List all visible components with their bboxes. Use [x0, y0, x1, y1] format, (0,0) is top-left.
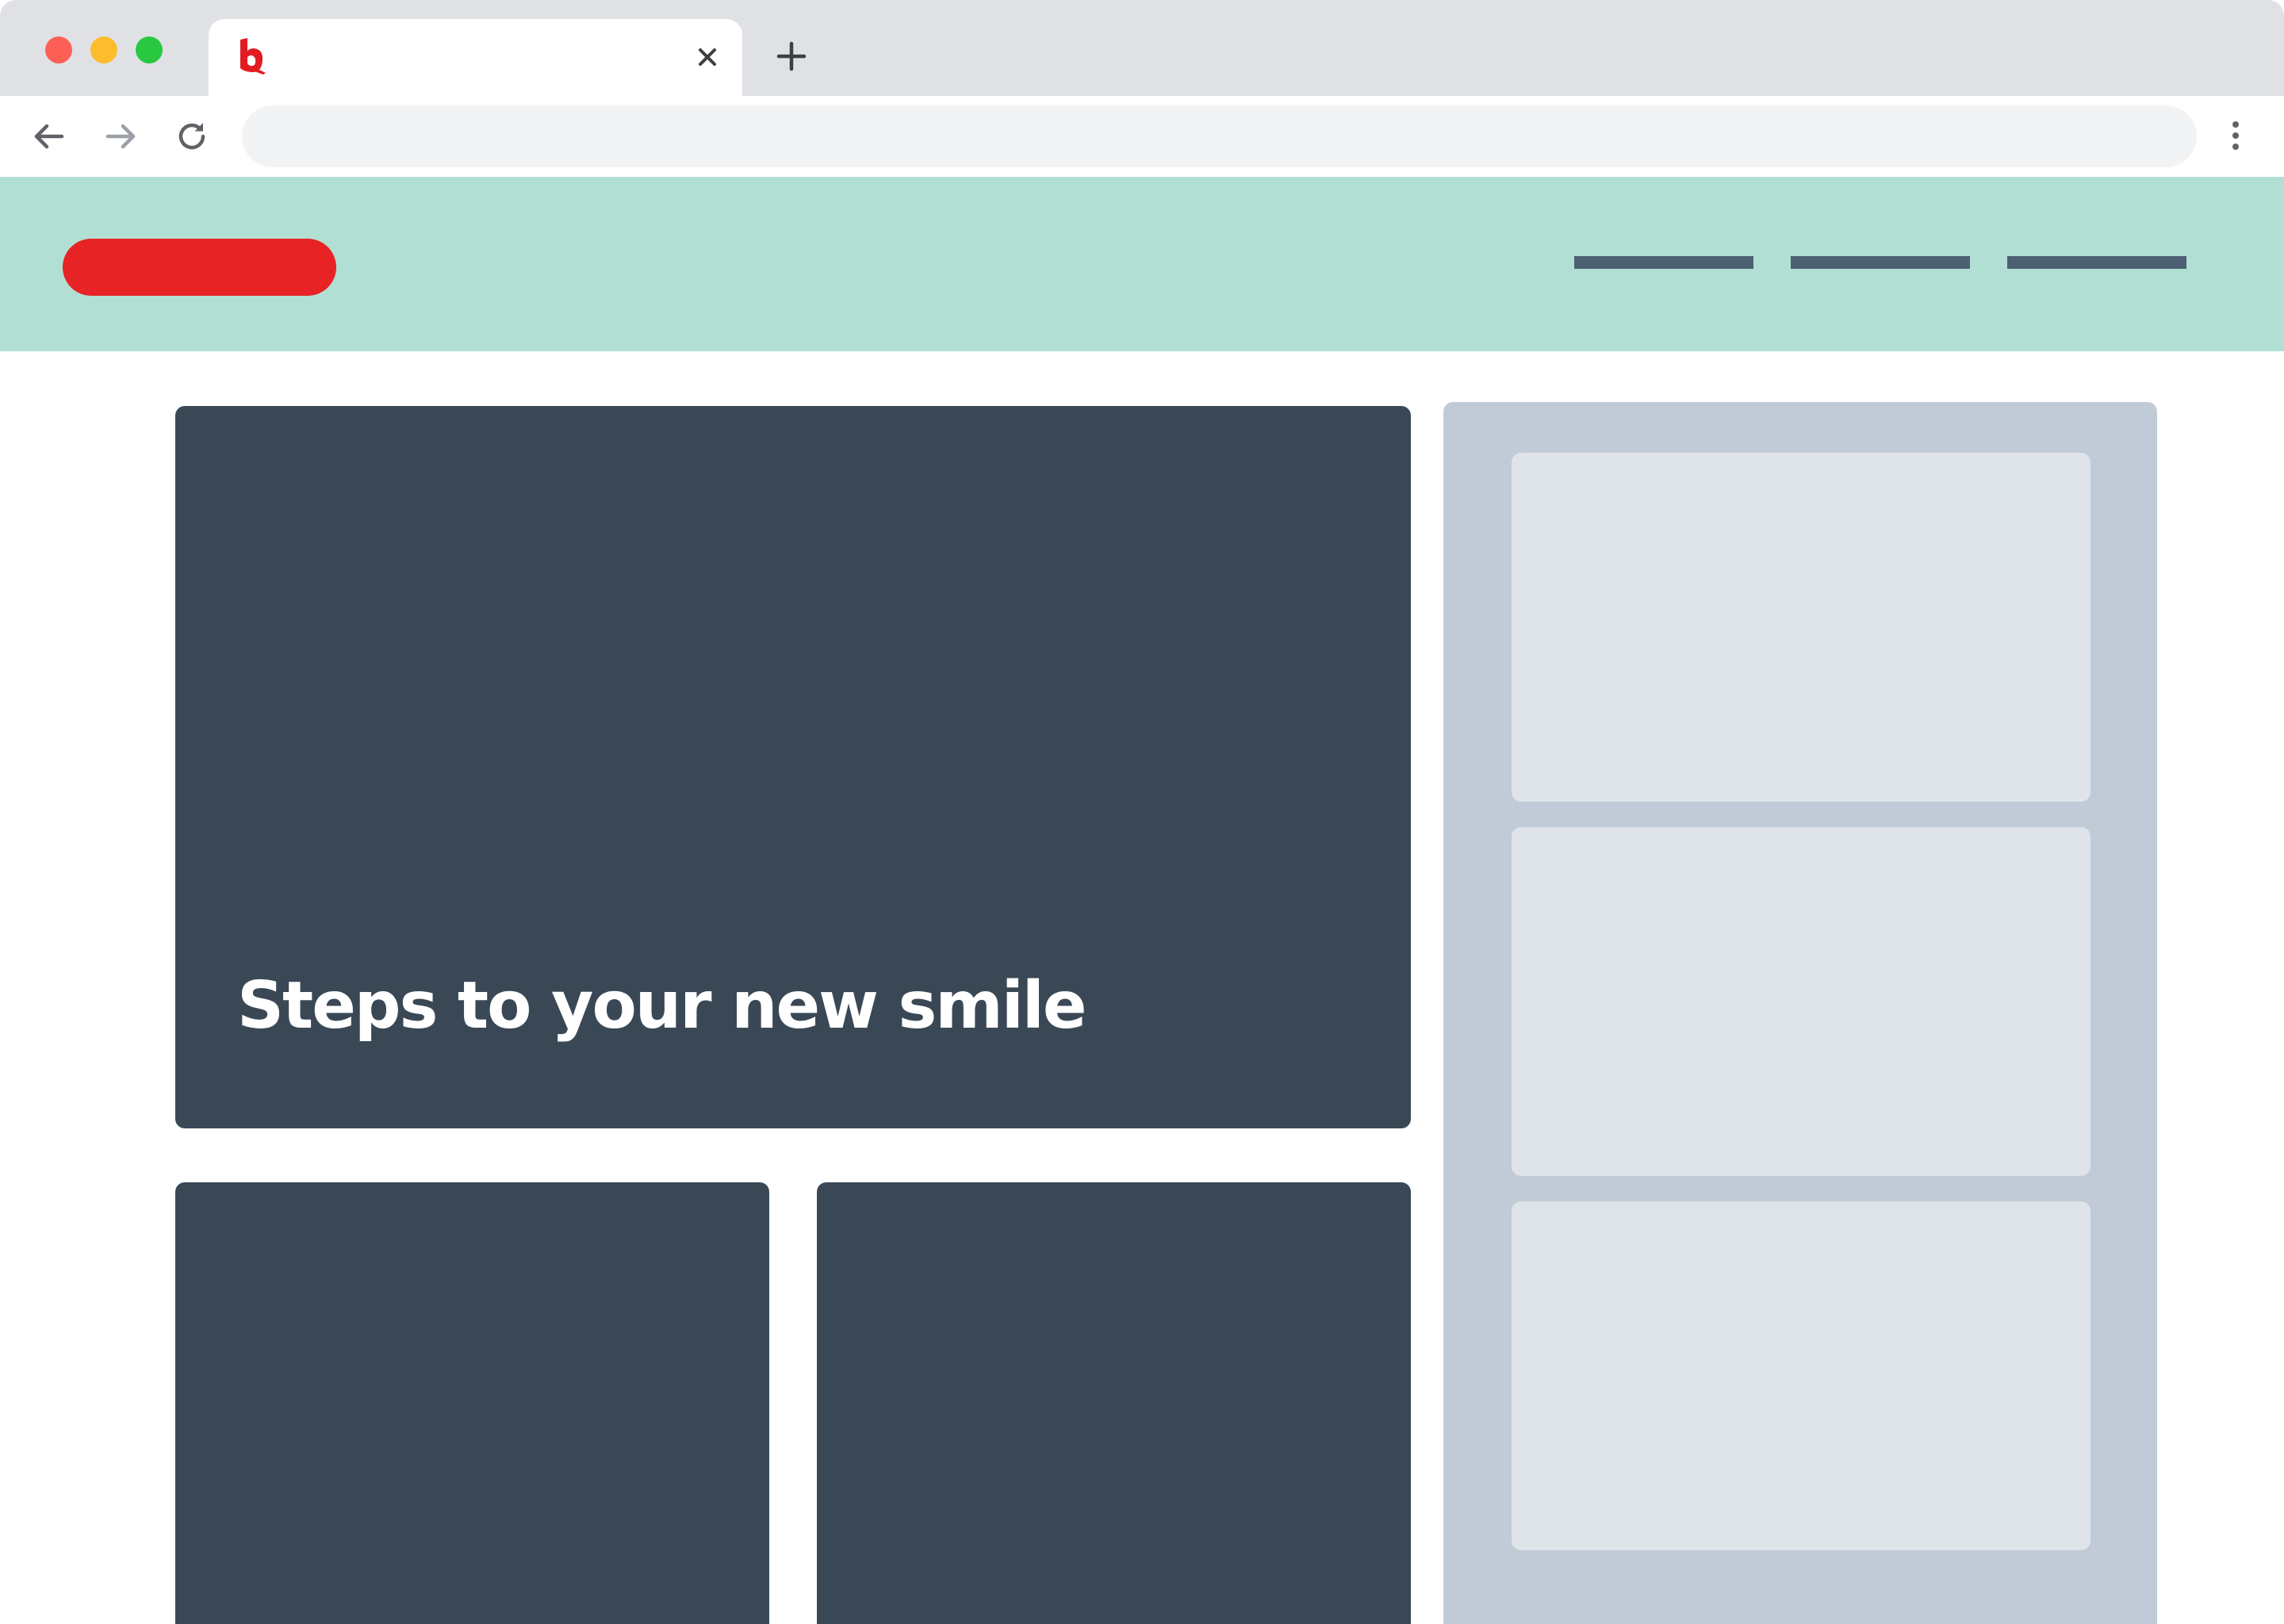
nav-link-placeholder-2[interactable] — [1791, 256, 1970, 269]
sidebar-card-3[interactable] — [1512, 1201, 2090, 1550]
sidebar-card-1[interactable] — [1512, 453, 2090, 802]
plus-icon[interactable] — [773, 38, 810, 75]
content-card-1[interactable] — [175, 1182, 769, 1624]
red-b-logo-icon — [240, 38, 266, 75]
nav-link-placeholder-1[interactable] — [1574, 256, 1753, 269]
arrow-right-icon[interactable] — [100, 116, 141, 157]
tab-strip — [0, 0, 2284, 96]
browser-tab[interactable] — [209, 19, 742, 96]
hero-card[interactable]: Steps to your new smile — [175, 406, 1411, 1128]
arrow-left-icon[interactable] — [29, 116, 70, 157]
sidebar-card-2[interactable] — [1512, 827, 2090, 1176]
browser-window: Steps to your new smile — [0, 0, 2284, 1624]
address-bar[interactable] — [242, 105, 2197, 169]
hero-title: Steps to your new smile — [237, 968, 1087, 1044]
sidebar — [1443, 402, 2157, 1624]
site-header — [0, 177, 2284, 351]
minimize-window-button[interactable] — [90, 36, 117, 63]
content-card-2[interactable] — [817, 1182, 1411, 1624]
maximize-window-button[interactable] — [136, 36, 163, 63]
close-window-button[interactable] — [45, 36, 72, 63]
url-input[interactable] — [274, 105, 2164, 169]
kebab-menu-icon[interactable] — [2221, 112, 2250, 159]
reload-icon[interactable] — [171, 116, 213, 157]
nav-link-placeholder-3[interactable] — [2007, 256, 2186, 269]
close-icon[interactable] — [690, 40, 725, 75]
browser-toolbar — [0, 96, 2284, 178]
site-logo-placeholder[interactable] — [63, 239, 336, 296]
